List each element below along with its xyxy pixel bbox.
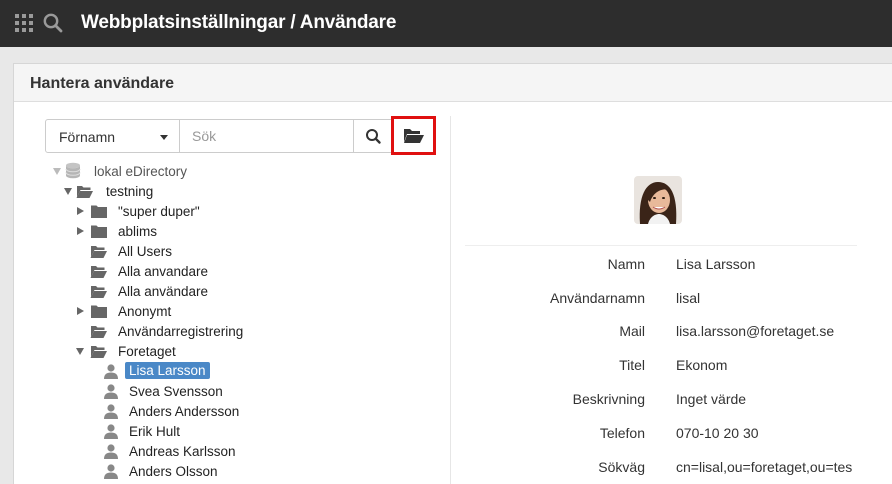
field-value-beskrivning: Inget värde bbox=[676, 391, 747, 407]
tree-item-label: "super duper" bbox=[118, 204, 200, 219]
database-icon bbox=[65, 162, 81, 179]
field-label-namn: Namn bbox=[607, 256, 645, 272]
user-icon bbox=[104, 464, 118, 479]
expand-toggle-icon[interactable] bbox=[53, 168, 61, 175]
user-label: Andreas Karlsson bbox=[129, 444, 236, 459]
field-value-namn: Lisa Larsson bbox=[676, 256, 756, 272]
user-search-bar: Förnamn bbox=[45, 116, 436, 155]
details-separator bbox=[465, 245, 857, 246]
search-field-select[interactable]: Förnamn bbox=[45, 119, 180, 153]
page-title: Webbplatsinställningar / Användare bbox=[81, 12, 397, 33]
field-label-telefon: Telefon bbox=[599, 425, 645, 441]
user-icon bbox=[104, 424, 118, 439]
search-field-selected: Förnamn bbox=[59, 129, 116, 145]
tree-item-label: All Users bbox=[118, 244, 173, 259]
search-button[interactable] bbox=[353, 119, 393, 153]
user-icon bbox=[104, 384, 118, 399]
caret-down-icon bbox=[160, 135, 168, 140]
user-label-selected: Lisa Larsson bbox=[125, 362, 210, 379]
tree-item-label: Foretaget bbox=[118, 344, 176, 359]
expand-toggle-icon[interactable] bbox=[77, 307, 84, 315]
user-label: Anders Olsson bbox=[129, 464, 218, 479]
user-label: Svea Svensson bbox=[129, 384, 223, 399]
manage-users-panel: Hantera användare Förnamn Sök lokal eDir… bbox=[13, 63, 892, 484]
field-label-titel: Titel bbox=[619, 357, 645, 373]
panel-header: Hantera användare bbox=[14, 64, 892, 102]
field-value-telefon: 070-10 20 30 bbox=[676, 425, 759, 441]
tree-item-label: Anonymt bbox=[118, 304, 172, 319]
tree-root-label: lokal eDirectory bbox=[94, 164, 188, 179]
user-avatar bbox=[634, 176, 682, 224]
folder-icon bbox=[91, 225, 107, 238]
folder-open-icon bbox=[404, 129, 424, 143]
top-bar: Webbplatsinställningar / Användare bbox=[0, 0, 892, 47]
folder-open-icon bbox=[90, 266, 107, 278]
panel-title: Hantera användare bbox=[30, 75, 175, 92]
tree-item-label: Användarregistrering bbox=[118, 324, 244, 339]
search-input[interactable] bbox=[179, 119, 354, 153]
tree-item-label: Alla anvandare bbox=[118, 264, 209, 279]
user-icon bbox=[104, 404, 118, 419]
field-value-titel: Ekonom bbox=[676, 357, 728, 373]
browse-folder-button[interactable] bbox=[391, 116, 436, 155]
folder-open-icon bbox=[90, 346, 107, 358]
folder-open-icon bbox=[90, 326, 107, 338]
tree-item-label: testning bbox=[106, 184, 154, 199]
folder-icon bbox=[91, 205, 107, 218]
field-value-mail: lisa.larsson@foretaget.se bbox=[676, 323, 835, 339]
panel-divider bbox=[450, 116, 451, 484]
user-label: Anders Andersson bbox=[129, 404, 240, 419]
search-icon[interactable] bbox=[42, 12, 64, 34]
folder-open-icon bbox=[76, 186, 93, 198]
app-grid-icon[interactable] bbox=[15, 14, 33, 32]
folder-open-icon bbox=[90, 246, 107, 258]
field-value-anvandarnamn: lisal bbox=[676, 290, 701, 306]
expand-toggle-icon[interactable] bbox=[77, 227, 84, 235]
user-label: Erik Hult bbox=[129, 424, 181, 439]
expand-toggle-icon[interactable] bbox=[64, 188, 72, 195]
expand-toggle-icon[interactable] bbox=[77, 207, 84, 215]
field-label-mail: Mail bbox=[619, 323, 645, 339]
user-icon bbox=[104, 444, 118, 459]
field-label-anvandarnamn: Användarnamn bbox=[550, 290, 645, 306]
field-label-sokvag: Sökväg bbox=[598, 459, 645, 475]
magnifier-icon bbox=[366, 129, 381, 144]
user-icon bbox=[104, 364, 118, 379]
expand-toggle-icon[interactable] bbox=[76, 348, 84, 355]
tree-item-label: Alla användare bbox=[118, 284, 209, 299]
folder-open-icon bbox=[90, 286, 107, 298]
field-value-sokvag: cn=lisal,ou=foretaget,ou=tes bbox=[676, 459, 853, 475]
field-label-beskrivning: Beskrivning bbox=[572, 391, 645, 407]
folder-icon bbox=[91, 305, 107, 318]
tree-item-label: ablims bbox=[118, 224, 158, 239]
